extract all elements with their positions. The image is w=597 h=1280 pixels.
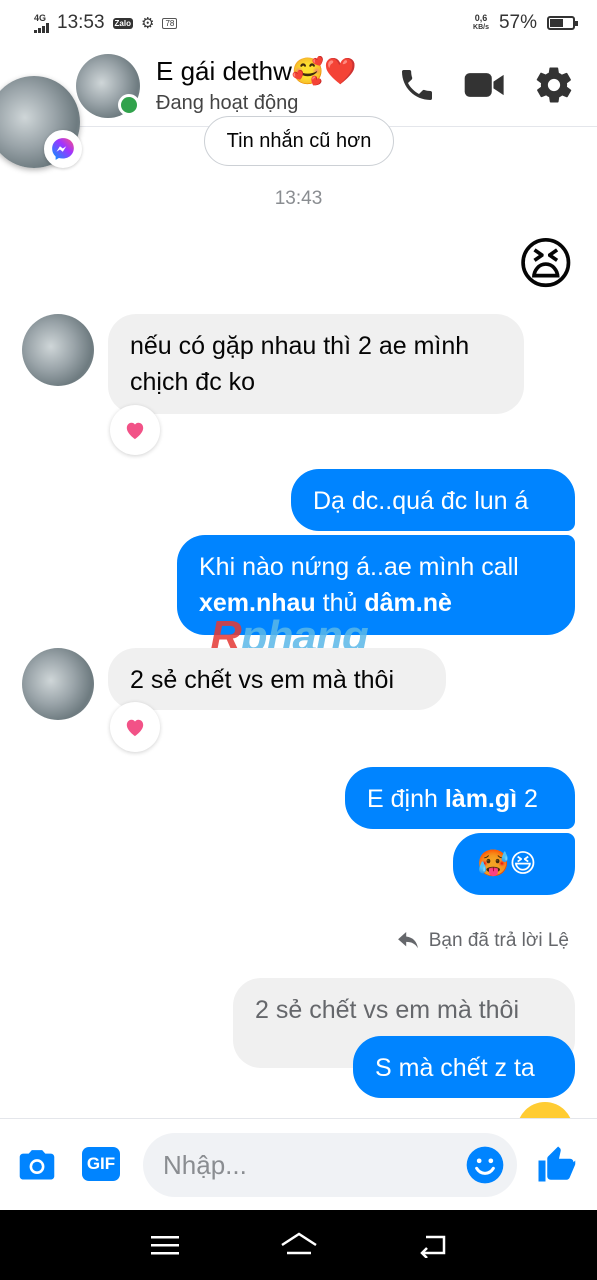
home-icon[interactable] — [279, 1231, 319, 1259]
battery-percent: 57% — [498, 12, 537, 33]
contact-status: Đang hoạt động — [156, 92, 299, 114]
chat-head-bubble[interactable] — [0, 76, 82, 168]
online-indicator — [118, 94, 140, 116]
network-type: 4G — [34, 12, 47, 23]
reply-note: Bạn đã trả lời Lệ — [397, 930, 569, 952]
bold-text: làm.gì — [444, 785, 518, 813]
speed-unit: KB/s — [473, 24, 489, 31]
outgoing-message[interactable]: E định làm.gì 2 — [345, 767, 575, 829]
reply-icon — [397, 932, 418, 949]
notification-badge: 78 — [162, 17, 178, 29]
incoming-message[interactable]: 2 sẻ chết vs em mà thôi — [108, 648, 446, 710]
partial-emoji — [517, 1102, 573, 1118]
back-icon[interactable] — [418, 1232, 448, 1258]
text: 2 — [517, 785, 538, 813]
messenger-icon — [44, 130, 82, 168]
camera-icon[interactable] — [16, 1145, 58, 1183]
emoji-icon[interactable] — [465, 1145, 505, 1185]
text: E định — [367, 785, 445, 813]
older-messages-button[interactable]: Tin nhắn cũ hơn — [204, 116, 394, 166]
message-timestamp: 13:43 — [274, 188, 323, 209]
bold-text: dâm.nè — [364, 589, 452, 617]
outgoing-message[interactable]: S mà chết z ta — [353, 1036, 575, 1098]
gear-icon[interactable] — [533, 64, 575, 106]
menu-icon[interactable] — [150, 1233, 180, 1257]
heart-icon — [126, 422, 144, 440]
gear-small-icon: ⚙ — [141, 15, 155, 32]
system-nav-bar — [0, 1210, 597, 1280]
clock: 13:53 — [57, 12, 105, 33]
message-line: Khi nào nứng á..ae mình call — [199, 553, 519, 581]
message-input[interactable] — [163, 1133, 453, 1197]
message-composer: GIF — [0, 1118, 597, 1210]
incoming-message[interactable]: nếu có gặp nhau thì 2 ae mình chịch đc k… — [108, 314, 524, 414]
thumbs-up-icon[interactable] — [535, 1143, 577, 1185]
message-line: chịch đc ko — [130, 368, 256, 396]
sent-emoji[interactable]: 😫 — [517, 236, 575, 292]
sender-avatar[interactable] — [22, 648, 94, 720]
heart-reaction[interactable] — [110, 702, 160, 752]
network-speed: 0,6 KB/s — [473, 14, 489, 32]
video-icon[interactable] — [463, 65, 507, 105]
reply-note-text: Bạn đã trả lời Lệ — [428, 930, 569, 951]
outgoing-message[interactable]: Dạ dc..quá đc lun á — [291, 469, 575, 531]
battery-icon — [547, 16, 578, 30]
message-input-box[interactable] — [143, 1133, 517, 1197]
signal-icon — [34, 22, 49, 33]
message-line: nếu có gặp nhau thì 2 ae mình — [130, 332, 470, 360]
status-bar: 4G 13:53 Zalo ⚙ 78 0,6 KB/s 57% — [0, 0, 597, 46]
gif-button[interactable]: GIF — [82, 1147, 120, 1181]
phone-icon[interactable] — [397, 65, 437, 105]
heart-icon — [126, 719, 144, 737]
speed-value: 0,6 — [474, 13, 488, 23]
sender-avatar[interactable] — [22, 314, 94, 386]
outgoing-message[interactable]: 🥵😆 — [453, 833, 575, 895]
heart-reaction[interactable] — [110, 405, 160, 455]
zalo-icon: Zalo — [112, 17, 133, 29]
contact-name[interactable]: E gái dethw🥰❤️ — [156, 56, 357, 87]
network-indicator: 4G — [34, 12, 49, 33]
